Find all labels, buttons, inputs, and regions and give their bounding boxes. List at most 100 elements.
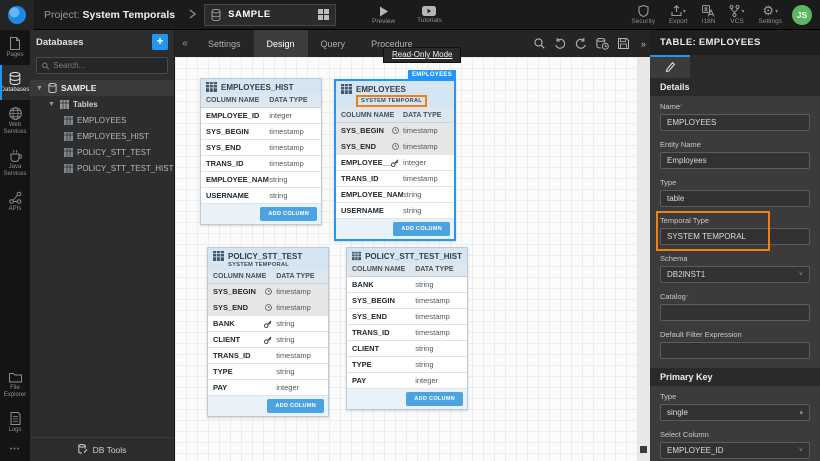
tutorials-button[interactable]: Tutorials [417,0,442,30]
column-row[interactable]: BANK string [347,277,467,293]
table-card-employees-hist[interactable]: EMPLOYEES_HIST COLUMN NAMEDATA TYPE EMPL… [200,78,322,225]
column-row[interactable]: EMPLOYEE__ integer [336,155,454,171]
sidebar-item-java-services[interactable]: Java Services [0,142,30,184]
database-selector[interactable]: SAMPLE [204,4,336,26]
field-select-column: Select Column EMPLOYEE_ID˅ [650,430,820,459]
catalog-input[interactable] [660,304,810,321]
table-card-policy-stt-test-hist[interactable]: POLICY_STT_TEST_HIST COLUMN NAMEDATA TYP… [346,247,468,410]
column-row[interactable]: TRANS_ID timestamp [208,348,328,364]
column-row[interactable]: EMPLOYEE_NAME string [336,187,454,203]
topbar-center-actions: Preview Tutorials [372,0,442,30]
sidebar-item-databases[interactable]: Databases [0,65,30,100]
temporal-type-input[interactable]: SYSTEM TEMPORAL [660,228,810,245]
edit-tab[interactable] [650,55,690,78]
tree-node-table[interactable]: EMPLOYEES_HIST [30,128,174,144]
tree-node-table[interactable]: POLICY_STT_TEST [30,144,174,160]
pk-type-select[interactable]: single▾ [660,404,810,421]
tree-node-table[interactable]: EMPLOYEES [30,112,174,128]
column-row[interactable]: PAY integer [208,380,328,396]
schema-select[interactable]: DB2INST1˅ [660,266,810,283]
app-logo[interactable] [0,0,34,30]
column-row[interactable]: TRANS_ID timestamp [336,171,454,187]
column-row[interactable]: TYPE string [208,364,328,380]
column-type: integer [269,111,316,120]
export-button[interactable]: ▾ Export [669,0,688,30]
table-card-policy-stt-test[interactable]: POLICY_STT_TEST SYSTEM TEMPORAL COLUMN N… [207,247,329,417]
preview-button[interactable]: Preview [372,0,395,30]
add-column-button[interactable]: ADD COLUMN [393,222,450,236]
column-row[interactable]: SYS_BEGIN timestamp [201,124,321,140]
save-icon[interactable] [618,38,629,49]
tutorials-label: Tutorials [417,17,442,24]
search-icon[interactable] [534,38,545,49]
scrollbar-thumb[interactable] [640,446,647,453]
entity-name-input[interactable]: Employees [660,152,810,169]
tab[interactable]: Query [308,30,359,57]
column-row[interactable]: SYS_END timestamp [336,139,454,155]
youtube-icon [422,6,436,16]
sidebar-item-logs[interactable]: Logs [0,405,30,440]
column-row[interactable]: EMPLOYEE_NAME string [201,172,321,188]
tree-node-sample-db[interactable]: ▼ SAMPLE [30,80,174,96]
grid-icon[interactable] [318,9,329,20]
column-row[interactable]: SYS_END timestamp [347,309,467,325]
db-tools-button[interactable]: DB Tools [30,437,174,461]
undo-icon[interactable] [554,38,566,49]
vcs-button[interactable]: ▾ VCS [729,0,744,30]
column-row[interactable]: SYS_BEGIN timestamp [336,123,454,139]
user-avatar[interactable]: JS [792,5,812,25]
sidebar-item-apis[interactable]: APIs [0,184,30,219]
add-column-button[interactable]: ADD COLUMN [406,392,463,406]
column-type: string [403,190,449,199]
collapse-panel-icon[interactable]: « [175,30,195,57]
settings-button[interactable]: ⚙ ▾ Settings [759,0,783,30]
sidebar-item-pages[interactable]: Pages [0,30,30,65]
column-row[interactable]: CLIENT string [208,332,328,348]
column-row[interactable]: SYS_BEGIN timestamp [208,284,328,300]
column-row[interactable]: BANK string [208,316,328,332]
tab[interactable]: Design [254,30,308,57]
column-row[interactable]: TRANS_ID timestamp [347,325,467,341]
project-name: System Temporals [83,9,176,21]
tree-node-tables[interactable]: ▼ Tables [30,96,174,112]
column-row[interactable]: USERNAME string [336,203,454,219]
expand-panel-icon[interactable]: » [637,30,650,57]
database-search[interactable] [36,57,168,74]
i18n-button[interactable]: I18N [702,0,716,30]
column-row[interactable]: USERNAME string [201,188,321,204]
table-card-employees[interactable]: EMPLOYEES EMPLOYEES SYSTEM TEMPORAL COLU… [334,79,456,241]
column-name: SYS_END [341,142,376,151]
security-button[interactable]: Security [631,0,654,30]
column-row[interactable]: TYPE string [347,357,467,373]
column-row[interactable]: PAY integer [347,373,467,389]
tree-node-table[interactable]: POLICY_STT_TEST_HIST [30,160,174,176]
column-row[interactable]: SYS_BEGIN timestamp [347,293,467,309]
caret-down-icon[interactable]: ▼ [48,101,56,108]
select-column-select[interactable]: EMPLOYEE_ID˅ [660,442,810,459]
sidebar-more-button[interactable]: ••• [0,440,30,461]
design-canvas[interactable]: EMPLOYEES_HIST COLUMN NAMEDATA TYPE EMPL… [175,57,637,461]
column-row[interactable]: SYS_END timestamp [208,300,328,316]
column-row[interactable]: EMPLOYEE_ID integer [201,108,321,124]
name-input[interactable]: EMPLOYEES [660,114,810,131]
default-filter-input[interactable] [660,342,810,359]
tab[interactable]: Settings [195,30,254,57]
chevron-down-icon: ▾ [775,8,778,15]
db-history-icon[interactable] [596,38,609,50]
type-input[interactable]: table [660,190,810,207]
column-row[interactable]: CLIENT string [347,341,467,357]
add-column-button[interactable]: ADD COLUMN [267,399,324,413]
add-database-button[interactable]: + [152,34,168,50]
column-row[interactable]: TRANS_ID timestamp [201,156,321,172]
column-header: DATA TYPE [276,273,323,280]
column-row[interactable]: SYS_END timestamp [201,140,321,156]
redo-icon[interactable] [575,38,587,49]
add-column-button[interactable]: ADD COLUMN [260,207,317,221]
required-mark: * [686,292,689,301]
caret-down-icon[interactable]: ▼ [36,85,44,92]
search-input[interactable] [53,61,162,70]
sidebar-item-file-explorer[interactable]: File Explorer [0,365,30,405]
settings-label: Settings [759,18,783,25]
column-name: SYS_BEGIN [352,296,395,305]
sidebar-item-web-services[interactable]: Web Services [0,100,30,142]
